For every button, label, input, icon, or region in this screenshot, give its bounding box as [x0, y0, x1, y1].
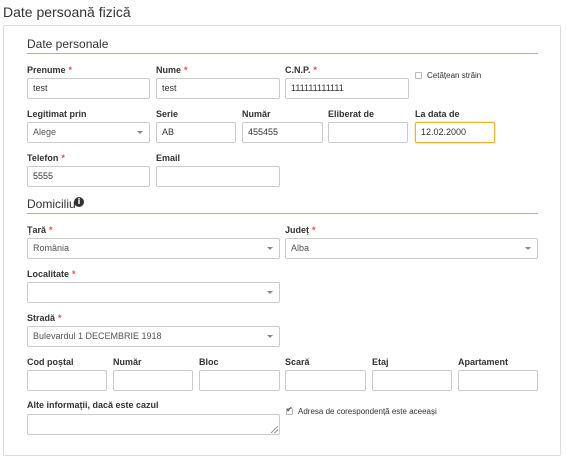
- issued-date-label: La data de: [415, 109, 460, 119]
- section-divider-domicile: [27, 213, 538, 214]
- email-input[interactable]: [156, 166, 280, 187]
- foreign-citizen-label: Cetățean străin: [427, 71, 482, 80]
- email-label: Email: [156, 153, 181, 163]
- street-label: Stradă *: [27, 313, 62, 323]
- same-address-label: Adresa de corespondență este aceeași: [298, 407, 437, 416]
- block-input[interactable]: [199, 370, 280, 391]
- cnp-label: C.N.P. *: [285, 65, 317, 75]
- section-divider-personal: [27, 53, 538, 54]
- foreign-citizen-checkbox[interactable]: [415, 72, 422, 79]
- street-select[interactable]: Bulevardul 1 DECEMBRIE 1918: [27, 326, 280, 347]
- first-name-label: Prenume *: [27, 65, 73, 75]
- issued-by-label: Eliberat de: [328, 109, 375, 119]
- series-label: Serie: [156, 109, 179, 119]
- apartment-label: Apartament: [458, 357, 509, 367]
- id-type-select[interactable]: Alege: [27, 122, 150, 143]
- street-number-input[interactable]: [113, 370, 193, 391]
- county-label: Județ *: [285, 225, 316, 235]
- postal-code-label: Cod poștal: [27, 357, 74, 367]
- chevron-down-icon: [267, 291, 273, 294]
- id-number-input[interactable]: 455455: [242, 122, 323, 143]
- cnp-input[interactable]: 111111111111: [285, 78, 409, 99]
- country-label: Țară *: [27, 225, 53, 235]
- chevron-down-icon: [525, 247, 531, 250]
- other-info-textarea[interactable]: [27, 414, 280, 435]
- issued-date-input[interactable]: 12.02.2000: [415, 122, 495, 143]
- info-icon[interactable]: i: [74, 197, 84, 207]
- issued-by-input[interactable]: [328, 122, 408, 143]
- locality-label: Localitate *: [27, 269, 76, 279]
- chevron-down-icon: [137, 131, 143, 134]
- section-title-personal: Date personale: [27, 37, 109, 51]
- other-info-label: Alte informații, dacă este cazul: [27, 400, 159, 410]
- block-label: Bloc: [199, 357, 219, 367]
- section-title-domicile: Domiciliu: [27, 197, 76, 211]
- series-input[interactable]: AB: [156, 122, 236, 143]
- page-title: Date persoană fizică: [3, 4, 131, 20]
- id-number-label: Număr: [242, 109, 271, 119]
- floor-label: Etaj: [372, 357, 389, 367]
- floor-input[interactable]: [372, 370, 452, 391]
- phone-input[interactable]: 5555: [27, 166, 150, 187]
- last-name-input[interactable]: test: [156, 78, 280, 99]
- last-name-label: Nume *: [156, 65, 188, 75]
- stair-label: Scară: [285, 357, 310, 367]
- country-select[interactable]: România: [27, 238, 280, 259]
- phone-label: Telefon *: [27, 153, 65, 163]
- county-select[interactable]: Alba: [285, 238, 538, 259]
- apartment-input[interactable]: [458, 370, 538, 391]
- stair-input[interactable]: [285, 370, 366, 391]
- same-address-checkbox[interactable]: [286, 405, 293, 415]
- id-type-label: Legitimat prin: [27, 109, 87, 119]
- first-name-input[interactable]: test: [27, 78, 150, 99]
- resize-handle-icon[interactable]: [271, 426, 278, 433]
- postal-code-input[interactable]: [27, 370, 107, 391]
- chevron-down-icon: [267, 335, 273, 338]
- chevron-down-icon: [267, 247, 273, 250]
- street-number-label: Număr: [113, 357, 142, 367]
- locality-select[interactable]: [27, 282, 280, 303]
